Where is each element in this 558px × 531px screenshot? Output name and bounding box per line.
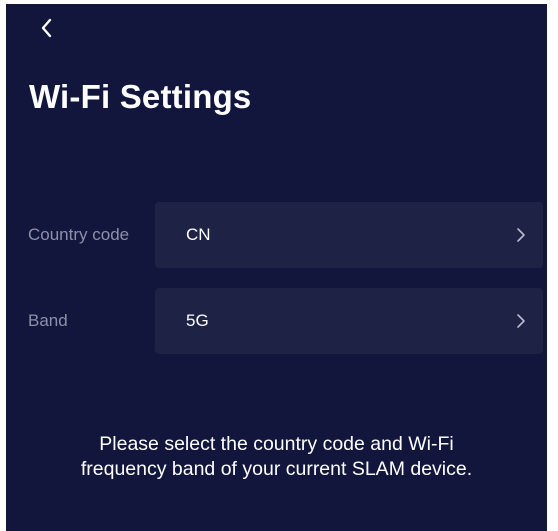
country-code-selector[interactable]: CN: [155, 202, 543, 268]
page-title: Wi-Fi Settings: [29, 78, 252, 115]
wifi-settings-screen: Wi-Fi Settings Country code CN Band 5G P…: [6, 4, 547, 531]
chevron-right-icon: [517, 228, 525, 242]
back-button[interactable]: [28, 10, 64, 46]
band-value: 5G: [186, 311, 209, 330]
band-row: Band 5G: [6, 288, 547, 354]
country-code-label: Country code: [28, 225, 130, 244]
info-message-line-2: frequency band of your current SLAM devi…: [80, 458, 473, 480]
country-code-row: Country code CN: [6, 202, 547, 268]
band-selector[interactable]: 5G: [155, 288, 543, 354]
chevron-left-icon: [41, 18, 52, 38]
country-code-value: CN: [186, 225, 211, 244]
info-message-line-1: Please select the country code and Wi-Fi: [99, 433, 454, 455]
band-label: Band: [28, 311, 68, 330]
info-message: Please select the country code and Wi-Fi…: [6, 432, 547, 482]
chevron-right-icon: [517, 314, 525, 328]
